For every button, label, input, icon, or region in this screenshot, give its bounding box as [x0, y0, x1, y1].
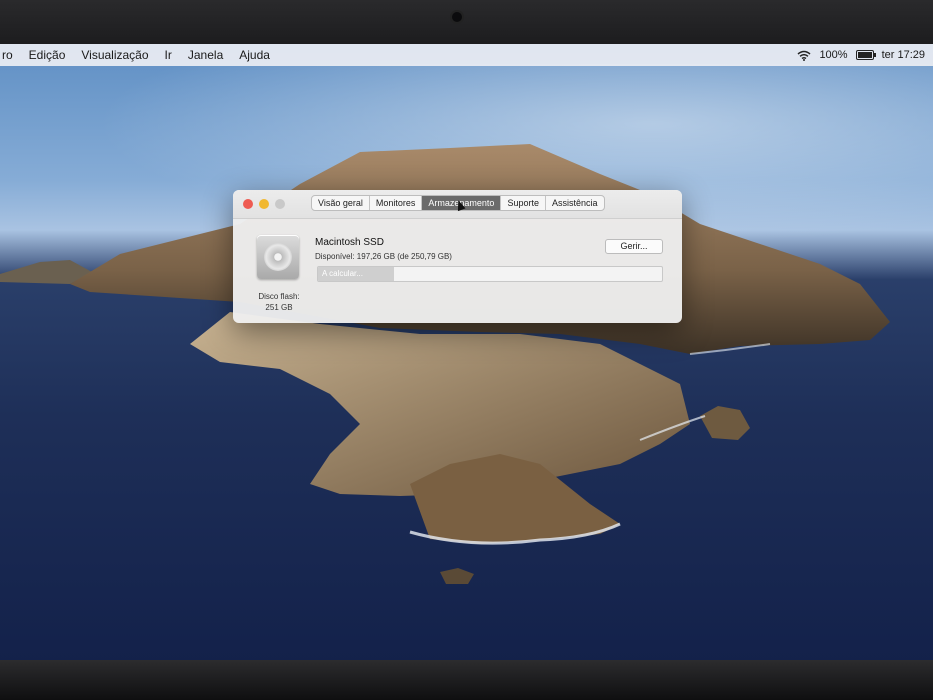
minimize-button[interactable] — [259, 199, 269, 209]
hard-disk-icon — [257, 235, 299, 279]
disk-type-info: Disco flash: 251 GB — [247, 291, 311, 313]
window-controls — [243, 199, 285, 209]
zoom-button[interactable] — [275, 199, 285, 209]
laptop-bezel-bottom — [0, 660, 933, 700]
laptop-bezel-top — [0, 0, 933, 46]
menu-item-view[interactable]: Visualização — [73, 44, 156, 66]
menu-item-go[interactable]: Ir — [157, 44, 180, 66]
menu-bar: ro Edição Visualização Ir Janela Ajuda 1… — [0, 44, 933, 66]
clock[interactable]: ter 17:29 — [882, 49, 925, 61]
menu-item-edit[interactable]: Edição — [21, 44, 74, 66]
camera-icon — [452, 12, 462, 22]
storage-usage-bar: A calcular... — [317, 266, 663, 282]
disk-type-label: Disco flash: — [258, 292, 300, 301]
battery-percent[interactable]: 100% — [819, 49, 847, 61]
menu-item-file[interactable]: ro — [0, 44, 21, 66]
disk-available: Disponível: 197,26 GB (de 250,79 GB) — [315, 252, 452, 261]
menu-item-window[interactable]: Janela — [180, 44, 231, 66]
tab-displays[interactable]: Monitores — [370, 196, 423, 210]
disk-platter — [264, 243, 292, 271]
manage-button[interactable]: Gerir... — [605, 239, 663, 254]
desktop-screen: ro Edição Visualização Ir Janela Ajuda 1… — [0, 44, 933, 664]
close-button[interactable] — [243, 199, 253, 209]
menu-item-help[interactable]: Ajuda — [231, 44, 278, 66]
wallpaper-island — [0, 144, 890, 584]
tab-overview[interactable]: Visão geral — [312, 196, 370, 210]
disk-size-label: 251 GB — [265, 303, 293, 312]
tab-support[interactable]: Suporte — [501, 196, 546, 210]
storage-panel: Disco flash: 251 GB Macintosh SSD Dispon… — [233, 219, 682, 323]
battery-icon[interactable] — [855, 50, 876, 60]
tab-service[interactable]: Assistência — [546, 196, 604, 210]
storage-calculating-text: A calcular... — [322, 269, 363, 278]
wifi-icon[interactable] — [797, 50, 811, 61]
disk-name: Macintosh SSD — [315, 237, 384, 248]
